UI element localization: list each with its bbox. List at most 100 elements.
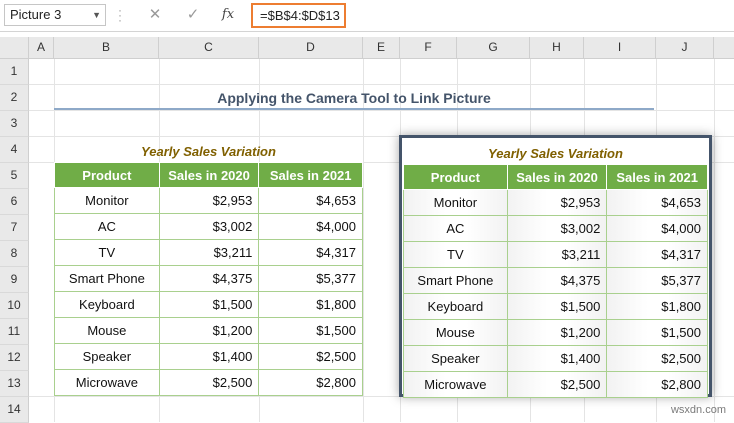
picture-sales-2020-cell: $2,500 <box>506 371 608 398</box>
enter-icon[interactable]: ✓ <box>183 5 203 25</box>
picture-sales-2021-cell: $4,000 <box>606 215 708 242</box>
sales-2021-cell[interactable]: $1,800 <box>258 291 363 318</box>
table-row: Mouse $1,200 $1,500 <box>54 317 363 344</box>
sales-2020-cell[interactable]: $1,500 <box>158 291 260 318</box>
title-underline <box>54 108 654 110</box>
product-cell[interactable]: AC <box>54 213 160 240</box>
sales-2021-cell[interactable]: $4,653 <box>258 187 363 214</box>
sales-2021-cell[interactable]: $2,800 <box>258 369 363 396</box>
picture-product-cell: Keyboard <box>403 293 508 320</box>
row-header[interactable]: 4 <box>0 137 29 163</box>
sales-2021-cell[interactable]: $5,377 <box>258 265 363 292</box>
formula-input[interactable]: =$B$4:$D$13 <box>251 3 346 28</box>
picture-sales-2021-cell: $4,653 <box>606 189 708 216</box>
row-header[interactable]: 9 <box>0 267 29 293</box>
product-cell[interactable]: Mouse <box>54 317 160 344</box>
column-header[interactable]: C <box>159 37 259 59</box>
chevron-down-icon[interactable]: ▼ <box>92 5 101 25</box>
picture-caption: Yearly Sales Variation <box>488 146 623 161</box>
picture-product-cell: Microwave <box>403 371 508 398</box>
row-header[interactable]: 13 <box>0 371 29 397</box>
table-row: AC $3,002 $4,000 <box>54 213 363 240</box>
row-header[interactable]: 3 <box>0 111 29 137</box>
drag-handle-icon[interactable]: · · · <box>118 4 124 26</box>
picture-sales-2021-cell: $1,500 <box>606 319 708 346</box>
picture-header-product: Product <box>403 164 508 190</box>
grid-line <box>29 84 734 85</box>
header-product[interactable]: Product <box>54 162 160 188</box>
sales-2020-cell[interactable]: $3,211 <box>158 239 260 266</box>
cancel-icon[interactable]: ✕ <box>145 5 165 25</box>
picture-sales-2020-cell: $2,953 <box>506 189 608 216</box>
picture-row: Keyboard $1,500 $1,800 <box>403 293 708 320</box>
picture-sales-2021-cell: $5,377 <box>606 267 708 294</box>
sales-2021-cell[interactable]: $2,500 <box>258 343 363 370</box>
picture-table: Product Sales in 2020 Sales in 2021 Moni… <box>403 164 708 398</box>
picture-row: Microwave $2,500 $2,800 <box>403 371 708 398</box>
column-header[interactable]: A <box>29 37 54 59</box>
table-row: Microwave $2,500 $2,800 <box>54 369 363 396</box>
column-header[interactable]: D <box>259 37 363 59</box>
row-header[interactable]: 14 <box>0 397 29 423</box>
sales-2021-cell[interactable]: $4,317 <box>258 239 363 266</box>
row-header[interactable]: 1 <box>0 59 29 85</box>
select-all-corner[interactable] <box>0 37 29 59</box>
row-header[interactable]: 10 <box>0 293 29 319</box>
picture-row: Smart Phone $4,375 $5,377 <box>403 267 708 294</box>
row-header[interactable]: 5 <box>0 163 29 189</box>
picture-product-cell: TV <box>403 241 508 268</box>
column-header[interactable]: E <box>363 37 400 59</box>
column-header-partial[interactable] <box>714 37 734 59</box>
sales-2021-cell[interactable]: $1,500 <box>258 317 363 344</box>
picture-row: Speaker $1,400 $2,500 <box>403 345 708 372</box>
row-header[interactable]: 8 <box>0 241 29 267</box>
column-header[interactable]: G <box>457 37 530 59</box>
watermark: wsxdn.com <box>670 404 726 416</box>
linked-picture[interactable]: Yearly Sales Variation Product Sales in … <box>399 135 712 398</box>
header-sales-2021[interactable]: Sales in 2021 <box>258 162 363 188</box>
product-cell[interactable]: Speaker <box>54 343 160 370</box>
row-header[interactable]: 7 <box>0 215 29 241</box>
picture-sales-2020-cell: $3,002 <box>506 215 608 242</box>
row-header[interactable]: 6 <box>0 189 29 215</box>
sales-2020-cell[interactable]: $3,002 <box>158 213 260 240</box>
picture-product-cell: Mouse <box>403 319 508 346</box>
picture-header-sales-2020: Sales in 2020 <box>506 164 608 190</box>
table-header-row: Product Sales in 2020 Sales in 2021 <box>54 162 363 188</box>
row-header[interactable]: 2 <box>0 85 29 111</box>
product-cell[interactable]: Microwave <box>54 369 160 396</box>
product-cell[interactable]: TV <box>54 239 160 266</box>
column-header[interactable]: J <box>656 37 714 59</box>
header-sales-2020[interactable]: Sales in 2020 <box>158 162 260 188</box>
sales-2020-cell[interactable]: $2,500 <box>158 369 260 396</box>
sales-2020-cell[interactable]: $4,375 <box>158 265 260 292</box>
picture-sales-2020-cell: $1,200 <box>506 319 608 346</box>
column-header[interactable]: I <box>584 37 656 59</box>
picture-sales-2021-cell: $2,500 <box>606 345 708 372</box>
sales-2020-cell[interactable]: $1,200 <box>158 317 260 344</box>
product-cell[interactable]: Monitor <box>54 187 160 214</box>
column-header[interactable]: H <box>530 37 584 59</box>
picture-product-cell: Monitor <box>403 189 508 216</box>
sales-2020-cell[interactable]: $2,953 <box>158 187 260 214</box>
row-header[interactable]: 12 <box>0 345 29 371</box>
sales-2021-cell[interactable]: $4,000 <box>258 213 363 240</box>
picture-row: Monitor $2,953 $4,653 <box>403 189 708 216</box>
column-header[interactable]: B <box>54 37 159 59</box>
grid-line <box>714 59 715 422</box>
name-box[interactable]: Picture 3 ▼ <box>4 4 106 26</box>
picture-product-cell: AC <box>403 215 508 242</box>
product-cell[interactable]: Smart Phone <box>54 265 160 292</box>
picture-sales-2021-cell: $4,317 <box>606 241 708 268</box>
picture-sales-2021-cell: $2,800 <box>606 371 708 398</box>
formula-bar: Picture 3 ▼ · · · ✕ ✓ fx =$B$4:$D$13 <box>0 0 734 32</box>
product-cell[interactable]: Keyboard <box>54 291 160 318</box>
table-caption[interactable]: Yearly Sales Variation <box>54 142 363 162</box>
sales-2020-cell[interactable]: $1,400 <box>158 343 260 370</box>
picture-row: AC $3,002 $4,000 <box>403 215 708 242</box>
row-header[interactable]: 11 <box>0 319 29 345</box>
table-row: TV $3,211 $4,317 <box>54 239 363 266</box>
picture-sales-2020-cell: $1,400 <box>506 345 608 372</box>
column-header[interactable]: F <box>400 37 457 59</box>
insert-function-icon[interactable]: fx <box>218 5 238 25</box>
